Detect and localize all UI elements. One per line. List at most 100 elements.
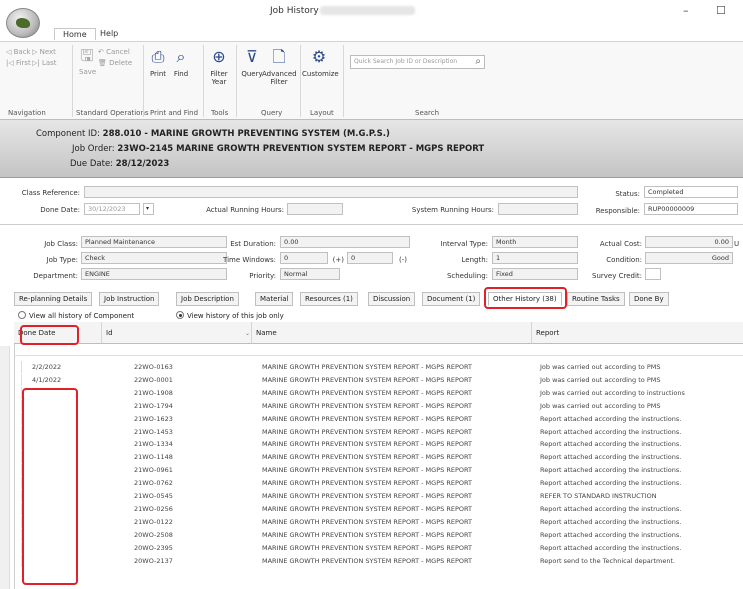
table-row[interactable]: 21WO-0762 MARINE GROWTH PREVENTION SYSTEM… — [14, 477, 743, 490]
scheduling-field[interactable]: Fixed — [492, 268, 578, 280]
row-selector[interactable] — [14, 399, 22, 412]
search-group-label: Search — [415, 109, 440, 117]
row-selector[interactable] — [14, 528, 22, 541]
cell-id: 21WO-0961 — [134, 466, 173, 475]
print-button[interactable]: Print — [149, 70, 167, 78]
back-button[interactable]: ◁ Back — [6, 48, 31, 56]
actual-cost-field[interactable]: 0.00 — [645, 236, 733, 248]
minimize-button[interactable]: – — [683, 4, 689, 17]
advanced-filter-button[interactable]: Advanced Filter — [262, 70, 297, 86]
tab-done-by[interactable]: Done By — [629, 292, 669, 306]
est-duration-field[interactable]: 0.00 — [280, 236, 410, 248]
tab-resources[interactable]: Resources (1) — [300, 292, 358, 306]
row-selector[interactable] — [14, 412, 22, 425]
row-selector[interactable] — [14, 515, 22, 528]
tab-job-instruction[interactable]: Job Instruction — [99, 292, 160, 306]
cell-id: 21WO-1334 — [134, 440, 173, 449]
cell-name: MARINE GROWTH PREVENTION SYSTEM REPORT -… — [262, 375, 472, 384]
department-field[interactable]: ENGINE — [81, 268, 227, 280]
table-row[interactable]: 21WO-1148 MARINE GROWTH PREVENTION SYSTEM… — [14, 451, 743, 464]
save-button[interactable]: Save — [79, 68, 96, 76]
row-selector[interactable] — [14, 425, 22, 438]
table-row[interactable]: 20WO-2137 MARINE GROWTH PREVENTION SYSTEM… — [14, 554, 743, 567]
table-row[interactable]: 21WO-0961 MARINE GROWTH PREVENTION SYSTEM… — [14, 464, 743, 477]
table-row[interactable]: 21WO-0545 MARINE GROWTH PREVENTION SYSTEM… — [14, 490, 743, 502]
row-selector[interactable] — [14, 541, 22, 554]
responsible-field[interactable]: RUP00000009 — [644, 203, 738, 215]
priority-field[interactable]: Normal — [280, 268, 340, 280]
tab-discussion[interactable]: Discussion — [368, 292, 416, 306]
grid-filter-row[interactable] — [14, 344, 743, 356]
row-selector[interactable] — [14, 361, 22, 373]
done-date-field[interactable]: 30/12/2023 — [84, 203, 140, 215]
table-row[interactable]: 4/1/2022 22WO-0001 MARINE GROWTH PREVENTIO… — [14, 373, 743, 386]
row-selector[interactable] — [14, 464, 22, 477]
table-row[interactable]: 20WO-2395 MARINE GROWTH PREVENTION SYSTEM… — [14, 541, 743, 554]
job-type-field[interactable]: Check — [81, 252, 227, 264]
row-selector[interactable] — [14, 451, 22, 464]
app-logo-icon[interactable] — [6, 8, 40, 38]
job-class-field[interactable]: Planned Maintenance — [81, 236, 227, 248]
tab-material[interactable]: Material — [255, 292, 294, 306]
search-placeholder: Quick Search Job ID or Description — [354, 58, 458, 65]
cell-id: 21WO-0545 — [134, 492, 173, 500]
interval-type-field[interactable]: Month — [492, 236, 578, 248]
tools-label: Tools — [211, 109, 229, 117]
last-button[interactable]: ▷| Last — [32, 59, 57, 67]
class-reference-field[interactable] — [84, 186, 578, 198]
system-running-hours-field[interactable] — [498, 203, 578, 215]
row-selector[interactable] — [14, 477, 22, 490]
row-selector[interactable] — [14, 373, 22, 386]
table-row[interactable]: 21WO-1794 MARINE GROWTH PREVENTION SYSTEM… — [14, 399, 743, 412]
table-row[interactable]: 21WO-1623 MARINE GROWTH PREVENTION SYSTEM… — [14, 412, 743, 425]
survey-credit-label: Survey Credit: — [592, 272, 642, 280]
column-header-name[interactable]: Name — [252, 322, 532, 344]
tab-home[interactable]: Home — [54, 28, 96, 40]
radio-all-history[interactable]: View all history of Component — [18, 311, 134, 320]
cell-name: MARINE GROWTH PREVENTION SYSTEM REPORT -… — [262, 388, 472, 397]
tab-replanning-details[interactable]: Re-planning Details — [14, 292, 93, 306]
row-selector[interactable] — [14, 438, 22, 451]
table-row[interactable]: 21WO-1334 MARINE GROWTH PREVENTION SYSTEM… — [14, 438, 743, 451]
ribbon-divider — [143, 45, 144, 117]
row-selector[interactable] — [14, 502, 22, 515]
table-row[interactable]: 21WO-1908 MARINE GROWTH PREVENTION SYSTEM… — [14, 386, 743, 399]
cell-name: MARINE GROWTH PREVENTION SYSTEM REPORT -… — [262, 363, 472, 371]
status-label: Status: — [615, 190, 640, 198]
time-windows-plus-field[interactable]: 0 — [347, 252, 393, 264]
column-header-report[interactable]: Report — [532, 322, 743, 344]
row-selector[interactable] — [14, 554, 22, 567]
customize-button[interactable]: Customize — [302, 70, 339, 78]
condition-field[interactable]: Good — [645, 252, 733, 264]
table-row[interactable]: 21WO-1453 MARINE GROWTH PREVENTION SYSTEM… — [14, 425, 743, 438]
tab-help[interactable]: Help — [92, 28, 126, 39]
table-row[interactable]: 21WO-0256 MARINE GROWTH PREVENTION SYSTEM… — [14, 502, 743, 515]
query-button[interactable]: Query — [240, 70, 264, 78]
tab-routine-tasks[interactable]: Routine Tasks — [567, 292, 625, 306]
search-icon[interactable]: ⌕ — [475, 56, 481, 67]
first-button[interactable]: |◁ First — [6, 59, 31, 67]
time-windows-minus-field[interactable]: 0 — [280, 252, 328, 264]
delete-button[interactable]: 🗑 Delete — [98, 59, 132, 67]
tab-job-description[interactable]: Job Description — [176, 292, 239, 306]
row-selector[interactable] — [14, 386, 22, 399]
maximize-button[interactable]: ☐ — [716, 4, 726, 17]
survey-credit-field[interactable] — [645, 268, 661, 280]
actual-running-hours-field[interactable] — [287, 203, 343, 215]
row-selector[interactable] — [14, 490, 22, 502]
tab-document[interactable]: Document (1) — [422, 292, 481, 306]
column-header-id[interactable]: Id — [102, 322, 252, 344]
cell-id: 21WO-1908 — [134, 388, 173, 397]
table-row[interactable]: 21WO-0122 MARINE GROWTH PREVENTION SYSTEM… — [14, 515, 743, 528]
quick-search-input[interactable]: Quick Search Job ID or Description ⌕ — [350, 55, 485, 69]
find-button[interactable]: Find — [172, 70, 190, 78]
grid-left-scrollbar[interactable] — [0, 346, 10, 589]
cancel-button[interactable]: ↶ Cancel — [98, 48, 130, 56]
table-row[interactable]: 2/2/2022 22WO-0163 MARINE GROWTH PREVENTIO… — [14, 361, 743, 373]
table-row[interactable]: 20WO-2508 MARINE GROWTH PREVENTION SYSTEM… — [14, 528, 743, 541]
done-date-dropdown-icon[interactable]: ▾ — [143, 203, 154, 215]
filter-year-button[interactable]: Filter Year — [206, 70, 232, 86]
next-button[interactable]: ▷ Next — [32, 48, 56, 56]
length-field[interactable]: 1 — [492, 252, 578, 264]
radio-this-job-history[interactable]: View history of this job only — [176, 311, 284, 320]
